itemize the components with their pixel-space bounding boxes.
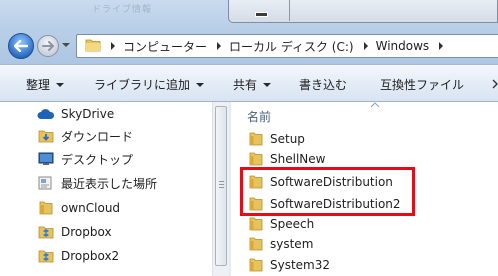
desktop-icon bbox=[37, 151, 55, 167]
nav-item-skydrive[interactable]: SkyDrive bbox=[37, 103, 114, 125]
folder-icon bbox=[249, 237, 265, 251]
organize-label: 整理 bbox=[26, 78, 51, 92]
window-controls bbox=[228, 0, 498, 23]
nav-item-dropbox2[interactable]: Dropbox2 bbox=[37, 245, 119, 267]
add-to-library-label: ライブラリに追加 bbox=[94, 78, 191, 92]
dropbox-icon bbox=[37, 248, 55, 264]
nav-item-label: ダウンロード bbox=[61, 129, 134, 144]
sort-ascending-icon bbox=[370, 102, 380, 108]
file-item-setup[interactable]: Setup bbox=[249, 129, 305, 149]
recent-pages-dropdown[interactable] bbox=[62, 43, 70, 47]
address-bar[interactable]: コンピューター ローカル ディスク (C:) Windows bbox=[76, 34, 498, 58]
forward-button[interactable] bbox=[37, 35, 59, 57]
nav-item-label: Dropbox2 bbox=[61, 249, 120, 263]
breadcrumb-label: コンピューター bbox=[123, 39, 208, 54]
file-item-label: Setup bbox=[270, 132, 305, 146]
burn-button[interactable]: 書き込む bbox=[299, 76, 347, 93]
nav-item-downloads[interactable]: ダウンロード bbox=[37, 125, 133, 147]
share-label: 共有 bbox=[233, 78, 258, 92]
arrow-right-icon bbox=[42, 41, 54, 51]
breadcrumb-computer[interactable]: コンピューター bbox=[123, 38, 222, 55]
folder-icon bbox=[249, 258, 265, 272]
back-button[interactable] bbox=[8, 33, 34, 59]
nav-item-recent-places[interactable]: 最近表示した場所 bbox=[37, 172, 157, 194]
file-item-label: System32 bbox=[270, 258, 331, 272]
chevron-down-icon bbox=[196, 82, 205, 87]
breadcrumb-label: Windows bbox=[375, 39, 430, 53]
breadcrumb-local-disk[interactable]: ローカル ディスク (C:) bbox=[229, 38, 368, 55]
more-commands-button[interactable] bbox=[488, 74, 498, 94]
nav-item-label: 最近表示した場所 bbox=[61, 176, 158, 191]
window-title: ドライブ情報 bbox=[92, 5, 153, 15]
dropbox-icon bbox=[37, 224, 55, 240]
highlight-box bbox=[240, 167, 415, 216]
nav-item-label: デスクトップ bbox=[61, 152, 134, 167]
folder-icon bbox=[249, 132, 265, 146]
cloud-icon bbox=[37, 106, 55, 122]
file-item-shellnew[interactable]: ShellNew bbox=[249, 149, 325, 169]
compat-files-label: 互換性ファイル bbox=[380, 78, 465, 92]
scrollbar-grip bbox=[219, 181, 224, 182]
minimize-button[interactable] bbox=[255, 12, 268, 17]
compat-files-button[interactable]: 互換性ファイル bbox=[380, 76, 464, 93]
file-item-system32[interactable]: System32 bbox=[249, 255, 330, 275]
nav-item-label: SkyDrive bbox=[61, 107, 115, 121]
column-header-name[interactable]: 名前 bbox=[247, 108, 271, 125]
add-to-library-button[interactable]: ライブラリに追加 bbox=[94, 76, 205, 93]
command-bar: 整理 ライブラリに追加 共有 書き込む 互換性ファイル bbox=[0, 64, 498, 102]
file-item-label: Speech bbox=[270, 217, 315, 231]
nav-item-label: Dropbox bbox=[61, 225, 112, 239]
file-item-speech[interactable]: Speech bbox=[249, 214, 314, 234]
nav-item-label: ownCloud bbox=[61, 201, 121, 215]
scrollbar-thumb[interactable] bbox=[215, 106, 227, 266]
nav-item-dropbox[interactable]: Dropbox bbox=[37, 221, 112, 243]
scrollbar-grip bbox=[219, 184, 224, 185]
breadcrumb-windows[interactable]: Windows bbox=[376, 39, 444, 53]
organize-button[interactable]: 整理 bbox=[26, 76, 65, 93]
share-button[interactable]: 共有 bbox=[233, 76, 272, 93]
nav-item-desktop[interactable]: デスクトップ bbox=[37, 148, 133, 170]
scrollbar-grip bbox=[219, 187, 224, 188]
recent-places-icon bbox=[37, 175, 55, 191]
folder-icon bbox=[249, 217, 265, 231]
downloads-folder-icon bbox=[37, 128, 55, 144]
navigation-pane: SkyDrive ダウンロード デスクトップ 最近表示した場所 ownCloud… bbox=[0, 102, 230, 276]
folder-icon bbox=[249, 152, 265, 166]
chevron-down-icon bbox=[56, 82, 65, 87]
navigation-scrollbar[interactable] bbox=[212, 102, 229, 276]
window-titlebar: ドライブ情報 コンピューター ローカル ディスク (C:) Windows bbox=[0, 0, 498, 64]
arrow-left-icon bbox=[14, 40, 28, 52]
file-item-system[interactable]: system bbox=[249, 234, 313, 254]
folder-icon bbox=[37, 200, 55, 216]
burn-label: 書き込む bbox=[299, 78, 348, 92]
window-controls-divider bbox=[289, 0, 290, 21]
breadcrumb-root-arrow[interactable] bbox=[111, 42, 123, 50]
chevron-right-icon bbox=[492, 79, 498, 89]
nav-item-owncloud[interactable]: ownCloud bbox=[37, 197, 120, 219]
chevron-down-icon bbox=[263, 82, 272, 87]
breadcrumb-label: ローカル ディスク (C:) bbox=[229, 39, 354, 54]
folder-icon bbox=[85, 38, 101, 55]
file-item-label: ShellNew bbox=[270, 152, 326, 166]
file-item-label: system bbox=[270, 237, 314, 251]
